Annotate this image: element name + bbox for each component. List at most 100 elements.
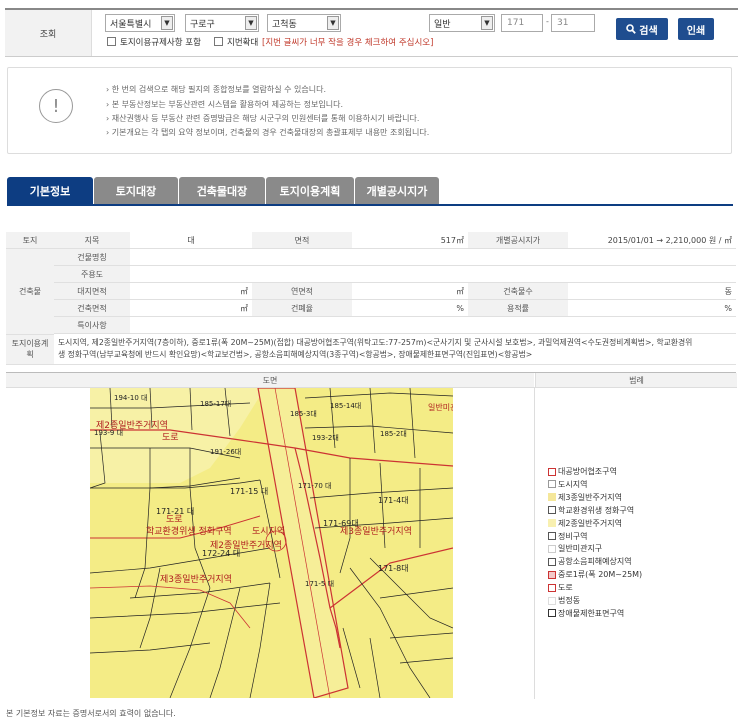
jimok-header: 지목 <box>54 232 130 249</box>
map-zone-label: 제3종일반주거지역 <box>340 526 412 537</box>
legend-swatch <box>548 480 556 489</box>
coverage-ratio-value: % <box>352 299 468 317</box>
map-label: 171-70 대 <box>298 482 331 490</box>
sigungu-select[interactable]: 구로구 ▼ <box>185 14 259 32</box>
print-button[interactable]: 인쇄 <box>678 18 714 40</box>
dash-separator: - <box>546 17 549 26</box>
floor-ratio-value: % <box>568 299 736 317</box>
jimok-value: 대 <box>130 232 252 249</box>
price-header: 개별공시지가 <box>468 232 568 249</box>
map-label: 171-15 대 <box>230 487 268 496</box>
map-label: 191-26대 <box>210 448 241 456</box>
legend-label: 도시지역 <box>558 479 588 489</box>
map-label: 193-2대 <box>312 434 339 442</box>
legend-label: 법정동 <box>558 596 581 605</box>
disclaimer: 본 기본정보 자료는 증명서로서의 효력이 없습니다. <box>6 709 176 718</box>
remarks-header: 특이사항 <box>54 316 130 334</box>
map-label: 185-14대 <box>330 402 361 410</box>
sido-select[interactable]: 서울특별시 ▼ <box>105 14 175 32</box>
building-area-header: 건축면적 <box>54 299 130 317</box>
chevron-down-icon: ▼ <box>327 16 339 30</box>
legend-swatch <box>548 583 556 592</box>
legend-swatch <box>548 467 556 476</box>
sido-value: 서울특별시 <box>110 20 152 30</box>
legend-swatch <box>548 570 556 579</box>
legend-swatch <box>548 506 556 515</box>
map-zone-label: 도로 <box>166 515 183 525</box>
legend-header: 범례 <box>535 373 737 388</box>
basic-info-table: 토지 지목 대 면적 517㎡ 개별공시지가 2015/01/01 → 2,21… <box>6 232 736 365</box>
table-row: 대지면적 ㎡ 연면적 ㎡ 건축물수 동 <box>6 282 736 300</box>
table-row: 건축면적 ㎡ 건폐율 % 용적률 % <box>6 299 736 317</box>
table-row: 토지 지목 대 면적 517㎡ 개별공시지가 2015/01/01 → 2,21… <box>6 232 736 249</box>
legend-swatch <box>548 493 556 502</box>
map-label: 185-17대 <box>200 400 231 408</box>
notice-line: › 본 부동산정보는 부동산관련 시스템을 활용하여 제공하는 정보입니다. <box>106 100 343 109</box>
legend-swatch <box>548 544 556 553</box>
coverage-ratio-header: 건폐율 <box>252 299 352 317</box>
exclamation-icon: ! <box>39 89 73 123</box>
legend-label: 제2종일반주거지역 <box>558 518 622 528</box>
table-row: 특이사항 <box>6 316 736 334</box>
search-button[interactable]: 검색 <box>616 18 668 40</box>
notice-line: › 한 번의 검색으로 해당 필지의 종합정보를 열람하실 수 있습니다. <box>106 85 326 94</box>
land-use-plan-value: 도시지역, 제2종일반주거지역(7층이하), 중로1류(폭 20M~25M)(접… <box>54 334 736 365</box>
regulation-label: 토지이용규제사항 포함 <box>120 38 201 48</box>
legend-item: 법정동 <box>548 595 580 606</box>
building-header: 건축물 <box>6 248 54 335</box>
land-header: 토지 <box>6 232 54 249</box>
legend-label: 일반미관지구 <box>558 544 603 554</box>
notice-line: › 재산권행사 등 부동산 관련 증명발급은 해당 시군구의 민원센터를 통해 … <box>106 114 420 123</box>
site-area-value: ㎡ <box>130 282 252 300</box>
tab-underline <box>7 204 733 206</box>
legend-item: 일반미관지구 <box>548 543 602 554</box>
map-label: 185-3대 <box>290 410 317 418</box>
price-value: 2015/01/01 → 2,210,000 원 / ㎡ <box>568 232 736 249</box>
search-icon <box>626 24 637 34</box>
tab-basic-info[interactable]: 기본정보 <box>7 177 93 205</box>
legend-label: 제3종일반주거지역 <box>558 492 622 502</box>
search-button-label: 검색 <box>639 25 658 37</box>
legend-swatch <box>548 532 556 540</box>
legend-label: 장애물제한표면구역 <box>558 608 625 618</box>
table-row: 토지이용계획 도시지역, 제2종일반주거지역(7층이하), 중로1류(폭 20M… <box>6 334 736 365</box>
map-zone-label: 학교환경위생 정화구역 <box>146 525 232 537</box>
regulation-checkbox[interactable] <box>107 37 116 46</box>
dong-select[interactable]: 고척동 ▼ <box>267 14 341 32</box>
legend-item: 중로1류(폭 20M~25M) <box>548 569 642 580</box>
tab-land-register[interactable]: 토지대장 <box>94 177 178 205</box>
main-use-header: 주용도 <box>54 265 130 283</box>
land-type-value: 일반 <box>434 20 451 30</box>
notice-line: › 기본개요는 각 탭의 요약 정보이며, 건축물의 경우 건축물대장의 총괄표… <box>106 128 430 137</box>
legend-swatch <box>548 609 556 618</box>
cadastral-map[interactable]: 194-10 대 193-9 대 185-17대 193-2대 191-26대 … <box>90 388 453 698</box>
legend-item: 장애물제한표면구역 <box>548 608 624 619</box>
legend-label: 학교환경위생 정화구역 <box>558 505 635 515</box>
bonbun-input[interactable]: 171 <box>501 14 543 32</box>
legend-item: 제3종일반주거지역 <box>548 492 622 503</box>
building-area-value: ㎡ <box>130 299 252 317</box>
floor-ratio-header: 용적률 <box>468 299 568 317</box>
bubun-input[interactable]: 31 <box>551 14 595 32</box>
legend-swatch <box>548 557 556 566</box>
map-zone-label: 도시지역 <box>252 526 285 537</box>
land-type-select[interactable]: 일반 ▼ <box>429 14 495 32</box>
zoom-checkbox[interactable] <box>214 37 223 46</box>
table-row: 건축물 건물명칭 <box>6 248 736 335</box>
map-label: 171-5 대 <box>305 580 334 588</box>
sigungu-value: 구로구 <box>190 20 215 30</box>
legend-label: 도로 <box>558 583 573 593</box>
search-panel: 조회 서울특별시 ▼ 구로구 ▼ 고척동 ▼ 일반 ▼ 171 - 31 검색 … <box>5 8 738 57</box>
floor-area-header: 연면적 <box>252 282 352 300</box>
search-label: 조회 <box>5 10 92 56</box>
tab-building-register[interactable]: 건축물대장 <box>179 177 265 205</box>
legend-item: 학교환경위생 정화구역 <box>548 505 634 516</box>
legend-swatch <box>548 596 556 605</box>
area-value: 517㎡ <box>352 232 468 249</box>
main-use-value <box>130 265 736 283</box>
tab-public-land-price[interactable]: 개별공시지가 <box>355 177 439 205</box>
map-label: 185-2대 <box>380 430 407 438</box>
tab-land-use-plan[interactable]: 토지이용계획 <box>266 177 354 205</box>
chevron-down-icon: ▼ <box>161 16 173 30</box>
remarks-value <box>130 316 736 334</box>
